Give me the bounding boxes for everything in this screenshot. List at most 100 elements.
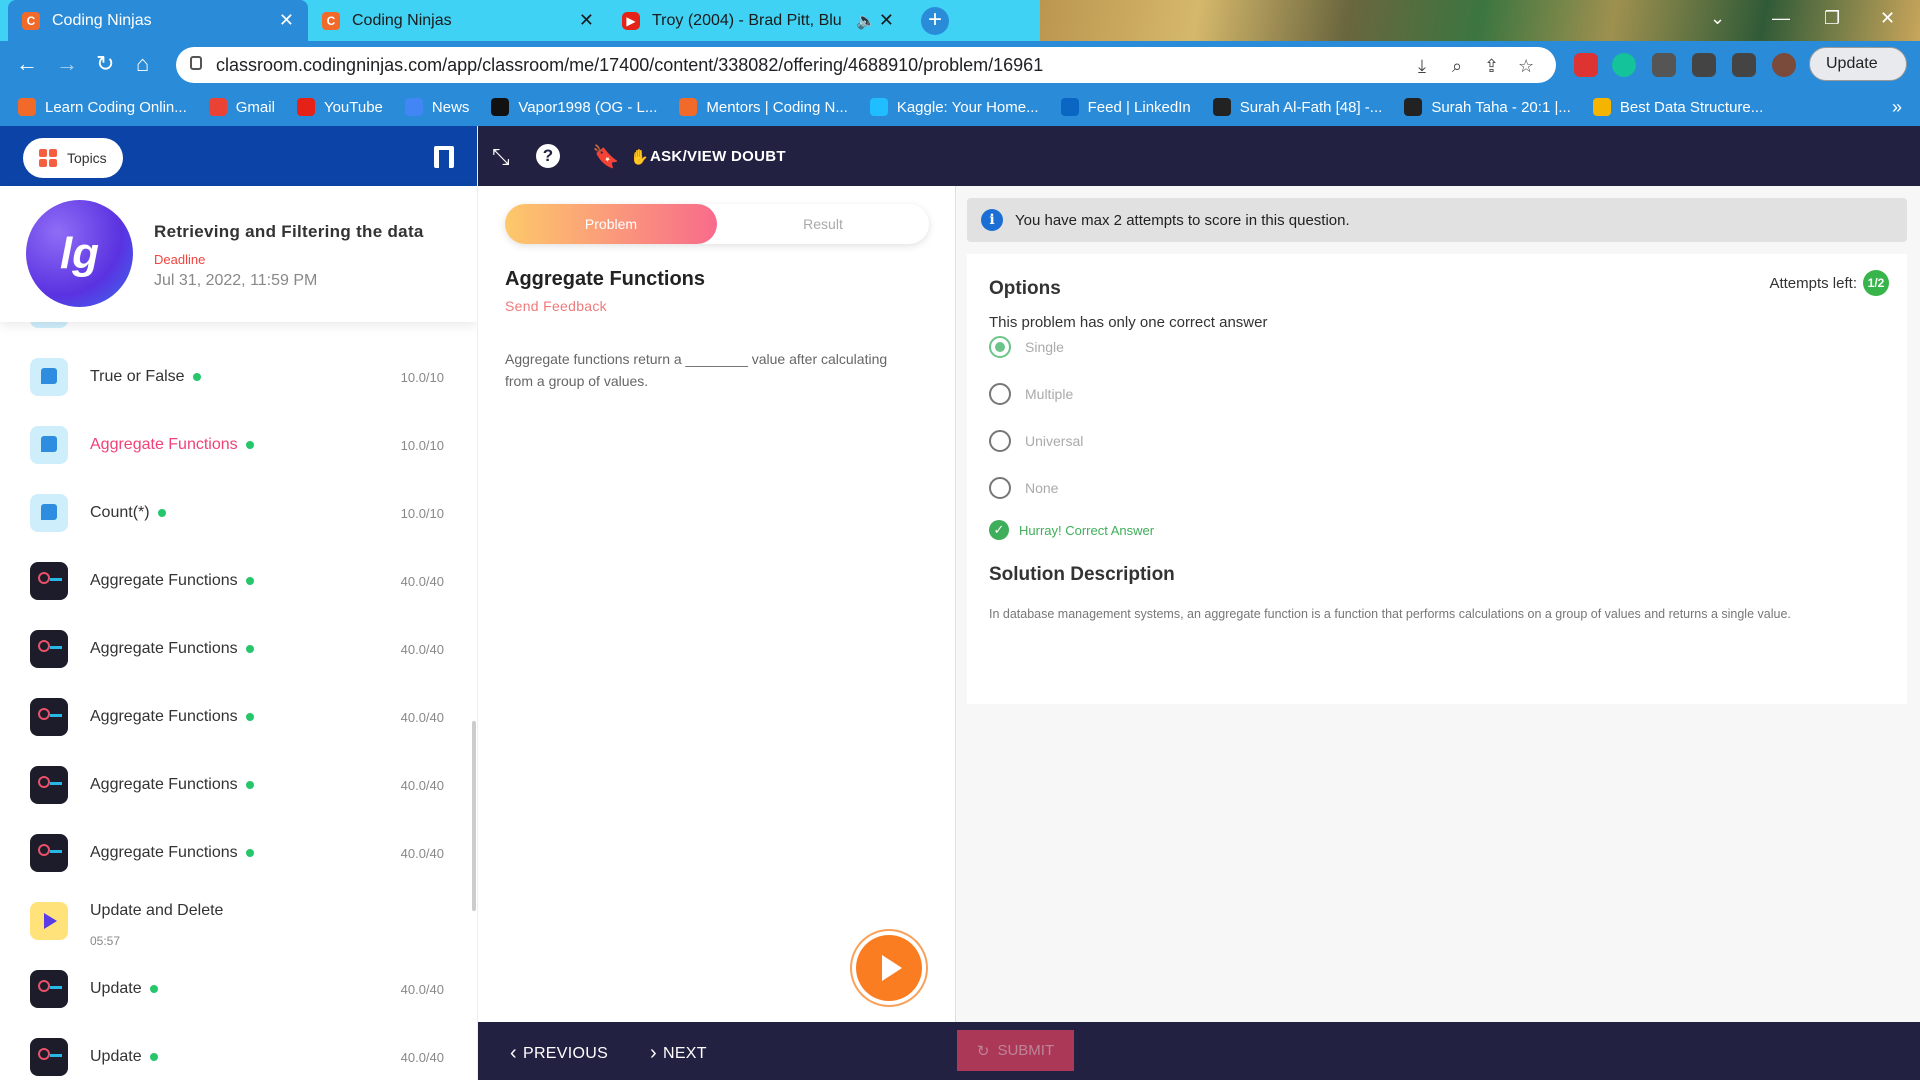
bookmarks-icon[interactable] bbox=[434, 146, 454, 168]
share-icon[interactable]: ⇪ bbox=[1484, 56, 1499, 77]
bookmark-add-icon[interactable]: 🔖 bbox=[592, 144, 619, 170]
bookmark-favicon-icon bbox=[679, 98, 698, 116]
minimize-icon[interactable]: — bbox=[1772, 8, 1790, 29]
tab-search-chevron-icon[interactable]: ⌄ bbox=[1710, 8, 1725, 29]
next-button[interactable]: › NEXT bbox=[650, 1042, 707, 1065]
option-none[interactable]: None bbox=[989, 477, 1058, 499]
previous-button[interactable]: ‹ PREVIOUS bbox=[510, 1042, 608, 1065]
bookmark-favicon-icon bbox=[208, 98, 227, 116]
content-list-item[interactable]: Aggregate Functions 40.0/40 bbox=[0, 616, 470, 684]
zoom-icon[interactable]: ⌕ bbox=[1452, 56, 1462, 77]
bookmark-item[interactable]: Vapor1998 (OG - L... bbox=[491, 98, 657, 116]
media-control-icon[interactable] bbox=[1692, 53, 1716, 77]
item-score: 40.0/40 bbox=[400, 1050, 444, 1065]
bookmark-item[interactable]: YouTube bbox=[296, 98, 383, 116]
bookmark-label: News bbox=[431, 98, 470, 116]
previous-label: PREVIOUS bbox=[522, 1044, 609, 1062]
side-panel-icon[interactable] bbox=[1732, 53, 1756, 77]
classroom-app: Topics lg Retrieving and Filtering the d… bbox=[0, 126, 1920, 1080]
audio-playing-icon[interactable]: 🔈 bbox=[856, 11, 876, 31]
item-label: True or False bbox=[90, 368, 185, 385]
content-list-item[interactable]: Count(*) 10.0/10 bbox=[0, 480, 470, 548]
option-universal[interactable]: Universal bbox=[989, 430, 1083, 452]
browser-toolbar: ← → ↻ ⌂ classroom.codingninjas.com/app/c… bbox=[0, 41, 1920, 104]
close-window-icon[interactable]: ✕ bbox=[1880, 8, 1895, 29]
content-list-item[interactable]: Aggregate Functions 40.0/40 bbox=[0, 684, 470, 752]
radio-button[interactable] bbox=[989, 383, 1011, 405]
bookmark-label: Mentors | Coding N... bbox=[706, 98, 848, 116]
tab-youtube-troy[interactable]: ▶ Troy (2004) - Brad Pitt, Blue 🔈 ✕ bbox=[608, 0, 908, 41]
content-list-item[interactable]: Aggregate Functions 40.0/40 bbox=[0, 820, 470, 888]
youtube-favicon-icon: ▶ bbox=[622, 11, 640, 30]
new-tab-button[interactable]: + bbox=[921, 7, 949, 35]
submit-button[interactable]: ↻ SUBMIT bbox=[957, 1030, 1074, 1071]
restore-icon[interactable]: ❐ bbox=[1824, 8, 1840, 29]
bookmark-item[interactable]: News bbox=[404, 98, 470, 116]
bookmark-item[interactable]: Mentors | Coding N... bbox=[679, 98, 848, 116]
item-score: 10.0/10 bbox=[400, 370, 444, 385]
close-tab-icon[interactable]: ✕ bbox=[879, 10, 894, 31]
address-bar[interactable]: classroom.codingninjas.com/app/classroom… bbox=[176, 47, 1556, 83]
content-list-item[interactable]: Aggregate Functions 40.0/40 bbox=[0, 548, 470, 616]
bookmark-item[interactable]: Best Data Structure... bbox=[1592, 98, 1764, 116]
content-list-item[interactable]: Aggregate Functions 10.0/10 bbox=[0, 412, 470, 480]
profile-avatar[interactable] bbox=[1772, 53, 1796, 77]
bookmark-item[interactable]: Surah Al-Fath [48] -... bbox=[1212, 98, 1382, 116]
option-multiple[interactable]: Multiple bbox=[989, 383, 1073, 405]
close-tab-icon[interactable]: ✕ bbox=[579, 10, 594, 31]
notice-text: You have max 2 attempts to score in this… bbox=[1015, 211, 1350, 229]
bookmark-favicon-icon bbox=[296, 98, 315, 116]
item-score: 40.0/40 bbox=[400, 710, 444, 725]
content-list-item[interactable]: Update 40.0/40 bbox=[0, 1024, 470, 1080]
content-list-item[interactable]: Aggregate Functions 40.0/40 bbox=[0, 752, 470, 820]
radio-button[interactable] bbox=[989, 336, 1011, 358]
item-label: Aggregate Functions bbox=[90, 708, 238, 725]
hand-raise-icon[interactable]: ✋ bbox=[630, 148, 649, 166]
bookmark-item[interactable]: Learn Coding Onlin... bbox=[18, 98, 187, 116]
module-card: lg Retrieving and Filtering the data Dea… bbox=[0, 186, 477, 322]
sidebar-header: Topics bbox=[0, 126, 477, 186]
content-list-item[interactable]: Update 40.0/40 bbox=[0, 956, 470, 1024]
help-icon[interactable]: ? bbox=[536, 144, 560, 168]
item-name: Update bbox=[90, 1048, 158, 1066]
expand-icon[interactable]: ⤡ bbox=[492, 144, 510, 170]
options-card: Options Attempts left: 1/2 This problem … bbox=[967, 254, 1907, 704]
code-icon bbox=[30, 562, 68, 600]
ask-doubt-button[interactable]: ASK/VIEW DOUBT bbox=[650, 148, 786, 165]
send-feedback-link[interactable]: Send Feedback bbox=[505, 298, 607, 314]
back-icon[interactable]: ← bbox=[16, 51, 38, 77]
option-label: Universal bbox=[1025, 433, 1084, 449]
extension-icon[interactable] bbox=[1574, 53, 1598, 77]
solution-text: In database management systems, an aggre… bbox=[989, 607, 1791, 621]
play-video-button[interactable] bbox=[856, 935, 922, 1001]
bookmark-item[interactable]: Surah Taha - 20:1 |... bbox=[1404, 98, 1571, 116]
bookmark-label: Best Data Structure... bbox=[1619, 98, 1764, 116]
tab-result[interactable]: Result bbox=[717, 204, 929, 244]
topics-button[interactable]: Topics bbox=[23, 138, 123, 178]
quiz-icon bbox=[30, 358, 68, 396]
radio-button[interactable] bbox=[989, 430, 1011, 452]
forward-icon[interactable]: → bbox=[56, 51, 78, 77]
bookmark-item[interactable]: Feed | LinkedIn bbox=[1060, 98, 1191, 116]
content-list-item[interactable]: Update and Delete 05:57 bbox=[0, 888, 470, 956]
close-tab-icon[interactable]: ✕ bbox=[279, 10, 294, 31]
sidebar-scrollbar[interactable] bbox=[472, 721, 476, 911]
grammarly-icon[interactable] bbox=[1612, 53, 1636, 77]
bookmark-item[interactable]: Kaggle: Your Home... bbox=[869, 98, 1039, 116]
bookmark-item[interactable]: Gmail bbox=[208, 98, 275, 116]
grid-icon bbox=[39, 149, 57, 167]
extensions-puzzle-icon[interactable] bbox=[1652, 53, 1676, 77]
install-icon[interactable]: ⤓ bbox=[1418, 56, 1426, 77]
tab-coding-ninjas-1[interactable]: C Coding Ninjas ✕ bbox=[8, 0, 308, 41]
option-single[interactable]: Single bbox=[989, 336, 1064, 358]
bookmarks-overflow-icon[interactable]: » bbox=[1892, 97, 1902, 118]
content-list-item[interactable]: True or False 10.0/10 bbox=[0, 344, 470, 412]
star-icon[interactable]: ☆ bbox=[1518, 56, 1534, 77]
lock-icon[interactable] bbox=[190, 56, 202, 70]
radio-button[interactable] bbox=[989, 477, 1011, 499]
home-icon[interactable]: ⌂ bbox=[136, 51, 149, 77]
tab-problem[interactable]: Problem bbox=[505, 204, 717, 244]
browser-update-button[interactable]: Update ⋮ bbox=[1809, 47, 1907, 104]
tab-coding-ninjas-2[interactable]: C Coding Ninjas ✕ bbox=[308, 0, 608, 41]
reload-icon[interactable]: ↻ bbox=[96, 51, 114, 77]
